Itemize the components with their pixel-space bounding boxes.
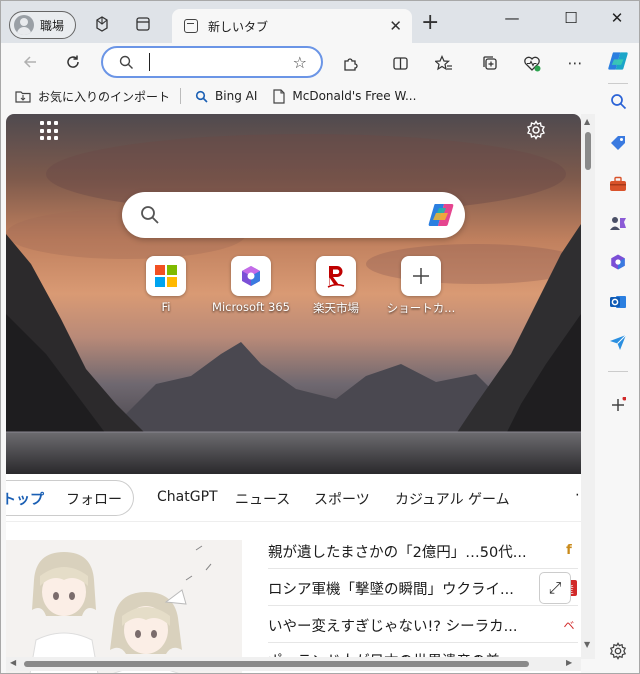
tab-chatgpt[interactable]: ChatGPT — [157, 489, 218, 505]
background-image: Fi Microsoft 365 楽天市場 ショートカ... — [6, 114, 581, 474]
quicklink-label: 楽天市場 — [313, 301, 359, 315]
maximize-button[interactable]: ☐ — [551, 7, 591, 29]
more-options-icon[interactable]: ⋯ — [564, 52, 586, 74]
web-search-box[interactable] — [122, 192, 465, 238]
outlook-icon[interactable] — [608, 292, 628, 312]
vertical-scrollbar[interactable]: ▲ ▼ — [581, 114, 595, 659]
copilot-icon[interactable] — [606, 49, 630, 73]
source-logo-icon: f — [566, 542, 572, 558]
address-input[interactable] — [149, 53, 279, 71]
browser-essentials-icon[interactable] — [521, 52, 543, 74]
tools-toolbox-icon[interactable] — [608, 174, 628, 194]
headline-divider — [268, 605, 578, 606]
tab-follow[interactable]: フォロー — [66, 489, 122, 509]
m365-icon — [231, 256, 271, 296]
extensions-icon[interactable] — [339, 52, 361, 74]
address-bar[interactable]: ☆ — [101, 46, 323, 78]
import-folder-icon — [15, 89, 31, 103]
profile-label: 職場 — [40, 18, 65, 33]
microsoft-logo-icon — [146, 256, 186, 296]
featured-image[interactable] — [6, 540, 242, 673]
new-tab-button[interactable]: + — [421, 12, 439, 34]
quicklink-fi[interactable]: Fi — [123, 256, 209, 314]
scroll-up-arrow-icon[interactable]: ▲ — [584, 117, 590, 126]
scroll-down-arrow-icon[interactable]: ▼ — [584, 640, 590, 649]
horizontal-scroll-thumb[interactable] — [24, 661, 529, 667]
favorite-mcdonalds[interactable]: McDonald's Free W... — [273, 88, 417, 104]
tab-news[interactable]: ニュース — [235, 489, 290, 509]
sidebar-divider — [608, 371, 628, 372]
microsoft-365-icon[interactable] — [608, 252, 628, 272]
new-tab-icon — [184, 19, 198, 33]
tab-title: 新しいタブ — [208, 19, 269, 34]
headline-link[interactable]: ロシア軍機「撃墜の瞬間」ウクライ... — [268, 578, 558, 598]
rakuten-icon — [316, 256, 356, 296]
refresh-button[interactable] — [62, 51, 84, 73]
favorite-label: McDonald's Free W... — [292, 89, 417, 103]
search-icon[interactable] — [608, 91, 628, 111]
news-tabs: トップ フォロー ChatGPT ニュース スポーツ カジュアル ゲーム ⋯ — [6, 474, 581, 522]
toolbar: ☆ ⋯ — [1, 43, 639, 81]
quicklink-label: ショートカ... — [386, 301, 456, 315]
headline-link[interactable]: いやー変えすぎじゃない!? シーラカ... — [268, 615, 558, 635]
favorite-bing-ai[interactable]: Bing AI — [195, 89, 257, 103]
avatar — [14, 15, 34, 35]
profile-button[interactable]: 職場 — [9, 11, 76, 39]
plus-icon — [401, 256, 441, 296]
minimize-button[interactable]: — — [492, 7, 532, 29]
add-favorite-star-icon[interactable]: ☆ — [293, 53, 307, 72]
search-icon — [140, 205, 160, 228]
close-button[interactable]: ✕ — [597, 7, 637, 29]
quicklink-add-shortcut[interactable]: ショートカ... — [378, 256, 464, 316]
tab-casual-games[interactable]: カジュアル ゲーム — [395, 489, 510, 509]
document-icon — [273, 88, 285, 104]
tab-sports[interactable]: スポーツ — [314, 489, 370, 509]
games-icon[interactable] — [608, 213, 628, 233]
scroll-right-arrow-icon[interactable]: ▶ — [566, 658, 572, 667]
add-app-plus-icon[interactable] — [608, 395, 628, 415]
page-settings-gear-icon[interactable] — [526, 120, 546, 143]
split-screen-icon[interactable] — [389, 52, 411, 74]
search-icon — [119, 55, 134, 73]
favorite-import[interactable]: お気に入りのインポート — [15, 88, 170, 105]
favorites-bar: お気に入りのインポート Bing AI McDonald's Free W... — [1, 81, 639, 111]
collections-icon[interactable] — [478, 52, 500, 74]
quicklink-label: Microsoft 365 — [212, 300, 290, 314]
expand-icon[interactable]: ⤢ — [539, 572, 571, 604]
quicklink-rakuten[interactable]: 楽天市場 — [293, 256, 379, 316]
sidebar-divider — [608, 83, 628, 84]
horizontal-scrollbar[interactable]: ◀ ▶ — [6, 657, 581, 671]
copilot-icon[interactable] — [426, 201, 456, 232]
news-feed: 親が遺したまさかの「2億円」…50代... f ロシア軍機「撃墜の瞬間」ウクライ… — [6, 522, 581, 673]
edge-sidebar — [598, 43, 639, 673]
shopping-tag-icon[interactable] — [608, 133, 628, 153]
tab-top[interactable]: トップ — [6, 489, 44, 509]
workspaces-icon[interactable] — [91, 13, 113, 35]
quicklink-microsoft-365[interactable]: Microsoft 365 — [208, 256, 294, 314]
sidebar-settings-gear-icon[interactable] — [608, 641, 628, 661]
quicklink-label: Fi — [161, 300, 171, 314]
new-tab-page: Fi Microsoft 365 楽天市場 ショートカ... トップ フォロー … — [6, 114, 581, 673]
favorite-label: Bing AI — [215, 89, 258, 103]
favorites-icon[interactable] — [433, 52, 455, 74]
search-icon — [195, 90, 208, 103]
send-drop-icon[interactable] — [608, 332, 628, 352]
tab-actions-icon[interactable] — [132, 13, 154, 35]
favorites-divider — [180, 88, 182, 104]
headline-divider — [268, 642, 578, 643]
favorite-label: お気に入りのインポート — [38, 89, 171, 104]
apps-launcher-icon[interactable] — [40, 121, 60, 141]
tab-new-tab[interactable]: 新しいタブ ✕ — [172, 9, 412, 43]
title-bar: 職場 新しいタブ ✕ + — ☐ ✕ — [1, 1, 639, 43]
scroll-left-arrow-icon[interactable]: ◀ — [10, 658, 16, 667]
vertical-scroll-thumb[interactable] — [585, 132, 591, 170]
headline-link[interactable]: 親が遺したまさかの「2億円」…50代... — [268, 541, 558, 561]
close-tab-icon[interactable]: ✕ — [389, 17, 402, 35]
back-button[interactable] — [19, 51, 41, 73]
headline-divider — [268, 568, 578, 569]
source-logo-icon: ベ — [563, 619, 575, 632]
browser-window: 職場 新しいタブ ✕ + — ☐ ✕ ☆ ⋯ お気に入りのインポート Bing … — [0, 0, 640, 674]
